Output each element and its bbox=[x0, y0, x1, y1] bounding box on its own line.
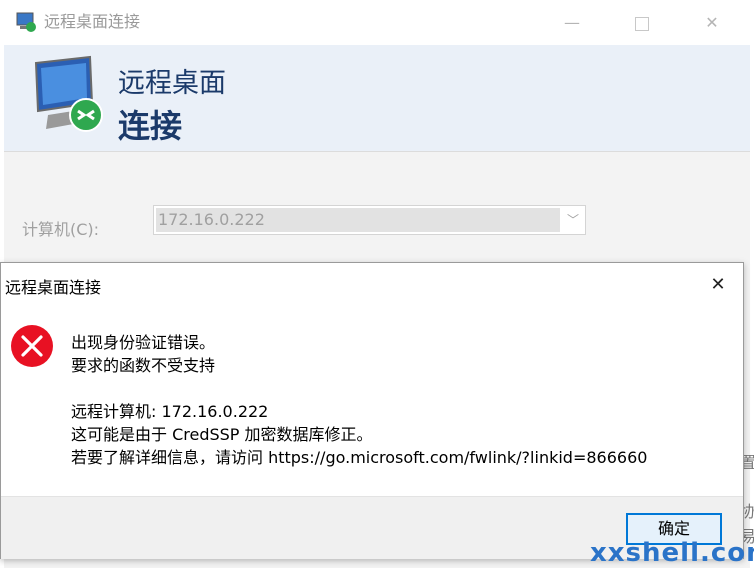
remote-desktop-monitor-icon bbox=[34, 55, 103, 132]
computer-combobox[interactable]: 172.16.0.222 ﹀ bbox=[153, 205, 586, 235]
message-line: 若要了解详细信息，请访问 https://go.microsoft.com/fw… bbox=[71, 448, 648, 467]
background-window-title: 远程桌面连接 bbox=[44, 12, 141, 31]
banner-title-line2: 连接 bbox=[118, 107, 183, 145]
error-message: 出现身份验证错误。 要求的函数不受支持 远程计算机: 172.16.0.222 … bbox=[71, 331, 647, 469]
dialog-close-button[interactable]: ✕ bbox=[703, 271, 733, 299]
site-watermark: xxshell.com bbox=[590, 538, 754, 568]
message-line: 这可能是由于 CredSSP 加密数据库修正。 bbox=[71, 425, 373, 444]
message-line: 出现身份验证错误。 bbox=[71, 333, 216, 352]
dialog-title: 远程桌面连接 bbox=[5, 278, 102, 297]
dialog-titlebar: 远程桌面连接 ✕ bbox=[1, 263, 743, 305]
background-close-button[interactable]: ✕ bbox=[694, 8, 730, 38]
rdp-app-icon bbox=[16, 12, 36, 32]
message-line: 远程计算机: 172.16.0.222 bbox=[71, 402, 269, 421]
background-titlebar: 远程桌面连接 — ✕ bbox=[0, 0, 754, 44]
maximize-icon bbox=[635, 16, 649, 31]
error-icon bbox=[11, 325, 53, 367]
message-line: 要求的函数不受支持 bbox=[71, 356, 216, 375]
error-dialog: 远程桌面连接 ✕ 出现身份验证错误。 要求的函数不受支持 远程计算机: 172.… bbox=[0, 262, 744, 559]
banner-title-line1: 远程桌面 bbox=[118, 68, 226, 99]
computer-label: 计算机(C): bbox=[22, 220, 100, 239]
chevron-down-icon[interactable]: ﹀ bbox=[567, 211, 579, 228]
computer-input[interactable]: 172.16.0.222 bbox=[156, 208, 560, 232]
rdp-banner: 远程桌面 连接 bbox=[4, 45, 750, 151]
maximize-button[interactable] bbox=[624, 8, 660, 38]
minimize-button[interactable]: — bbox=[554, 8, 590, 38]
